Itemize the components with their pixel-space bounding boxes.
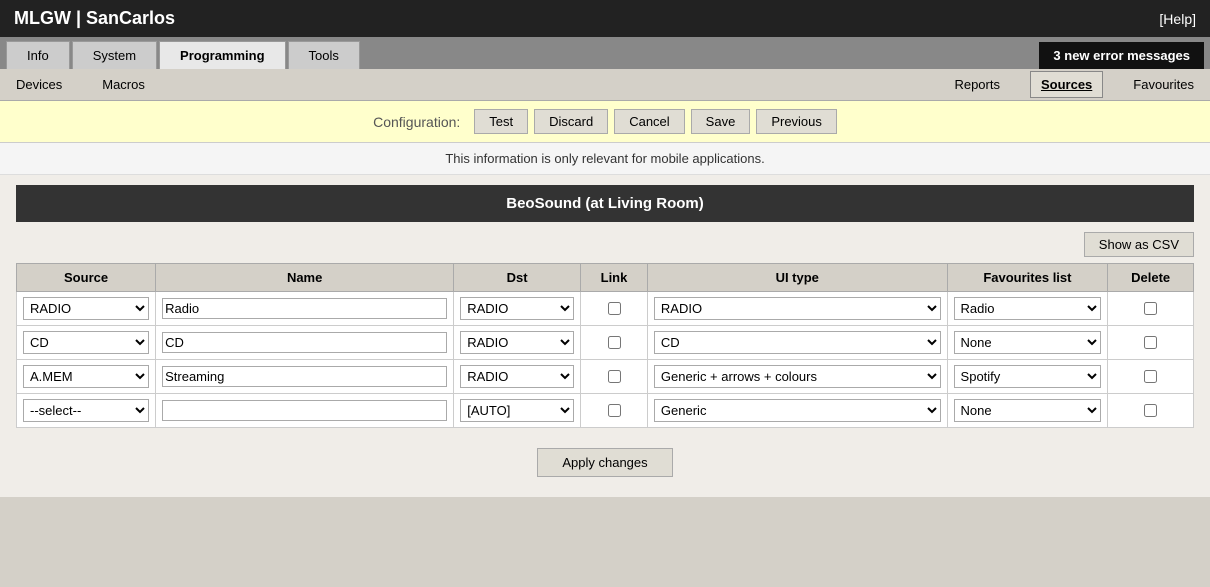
- dst-select-0[interactable]: RADIO[AUTO]: [460, 297, 574, 320]
- sub-nav-devices[interactable]: Devices: [6, 72, 72, 97]
- content-area: BeoSound (at Living Room) Show as CSV So…: [0, 175, 1210, 497]
- col-delete: Delete: [1108, 264, 1194, 292]
- col-source: Source: [17, 264, 156, 292]
- source-select-0[interactable]: RADIOCDA.MEM--select--: [23, 297, 149, 320]
- tab-info[interactable]: Info: [6, 41, 70, 69]
- sub-nav-reports[interactable]: Reports: [944, 72, 1010, 97]
- delete-checkbox-0[interactable]: [1144, 302, 1157, 315]
- previous-button[interactable]: Previous: [756, 109, 837, 134]
- col-ui-type: UI type: [647, 264, 947, 292]
- main-nav: Info System Programming Tools 3 new erro…: [0, 37, 1210, 69]
- ui-type-select-2[interactable]: RADIOCDGeneric + arrows + coloursGeneric: [654, 365, 941, 388]
- name-input-3[interactable]: [162, 400, 447, 421]
- app-header: MLGW | SanCarlos [Help]: [0, 0, 1210, 37]
- favourites-select-3[interactable]: RadioNoneSpotify: [954, 399, 1102, 422]
- config-label: Configuration:: [373, 114, 460, 130]
- tab-tools[interactable]: Tools: [288, 41, 360, 69]
- source-select-1[interactable]: RADIOCDA.MEM--select--: [23, 331, 149, 354]
- link-checkbox-0[interactable]: [608, 302, 621, 315]
- error-badge: 3 new error messages: [1039, 42, 1204, 69]
- app-title: MLGW | SanCarlos: [14, 8, 175, 29]
- source-select-3[interactable]: RADIOCDA.MEM--select--: [23, 399, 149, 422]
- name-input-0[interactable]: [162, 298, 447, 319]
- tab-programming[interactable]: Programming: [159, 41, 286, 69]
- save-button[interactable]: Save: [691, 109, 751, 134]
- test-button[interactable]: Test: [474, 109, 528, 134]
- csv-row: Show as CSV: [16, 232, 1194, 257]
- favourites-select-0[interactable]: RadioNoneSpotify: [954, 297, 1102, 320]
- help-link[interactable]: [Help]: [1159, 11, 1196, 27]
- col-favourites: Favourites list: [947, 264, 1108, 292]
- delete-checkbox-2[interactable]: [1144, 370, 1157, 383]
- sub-nav-favourites[interactable]: Favourites: [1123, 72, 1204, 97]
- show-csv-button[interactable]: Show as CSV: [1084, 232, 1194, 257]
- tab-system[interactable]: System: [72, 41, 157, 69]
- favourites-select-2[interactable]: RadioNoneSpotify: [954, 365, 1102, 388]
- col-link: Link: [581, 264, 648, 292]
- table-row: RADIOCDA.MEM--select-- RADIO[AUTO] RADIOCD…: [17, 292, 1194, 326]
- apply-row: Apply changes: [16, 448, 1194, 477]
- ui-type-select-1[interactable]: RADIOCDGeneric + arrows + coloursGeneric: [654, 331, 941, 354]
- name-input-1[interactable]: [162, 332, 447, 353]
- link-checkbox-1[interactable]: [608, 336, 621, 349]
- delete-checkbox-1[interactable]: [1144, 336, 1157, 349]
- ui-type-select-0[interactable]: RADIOCDGeneric + arrows + coloursGeneric: [654, 297, 941, 320]
- link-checkbox-2[interactable]: [608, 370, 621, 383]
- discard-button[interactable]: Discard: [534, 109, 608, 134]
- col-dst: Dst: [454, 264, 581, 292]
- col-name: Name: [156, 264, 454, 292]
- sub-nav-sources[interactable]: Sources: [1030, 71, 1103, 98]
- sub-nav: Devices Macros Reports Sources Favourite…: [0, 69, 1210, 101]
- dst-select-1[interactable]: RADIO[AUTO]: [460, 331, 574, 354]
- cancel-button[interactable]: Cancel: [614, 109, 684, 134]
- link-checkbox-3[interactable]: [608, 404, 621, 417]
- source-select-2[interactable]: RADIOCDA.MEM--select--: [23, 365, 149, 388]
- sub-nav-macros[interactable]: Macros: [92, 72, 155, 97]
- info-text: This information is only relevant for mo…: [0, 143, 1210, 175]
- config-bar: Configuration: Test Discard Cancel Save …: [0, 101, 1210, 143]
- favourites-select-1[interactable]: RadioNoneSpotify: [954, 331, 1102, 354]
- sources-table: Source Name Dst Link UI type Favourites …: [16, 263, 1194, 428]
- section-title: BeoSound (at Living Room): [16, 185, 1194, 222]
- ui-type-select-3[interactable]: RADIOCDGeneric + arrows + coloursGeneric: [654, 399, 941, 422]
- dst-select-3[interactable]: RADIO[AUTO]: [460, 399, 574, 422]
- table-row: RADIOCDA.MEM--select-- RADIO[AUTO] RADIOCD…: [17, 394, 1194, 428]
- apply-changes-button[interactable]: Apply changes: [537, 448, 672, 477]
- dst-select-2[interactable]: RADIO[AUTO]: [460, 365, 574, 388]
- table-row: RADIOCDA.MEM--select-- RADIO[AUTO] RADIOCD…: [17, 326, 1194, 360]
- delete-checkbox-3[interactable]: [1144, 404, 1157, 417]
- table-row: RADIOCDA.MEM--select-- RADIO[AUTO] RADIOCD…: [17, 360, 1194, 394]
- name-input-2[interactable]: [162, 366, 447, 387]
